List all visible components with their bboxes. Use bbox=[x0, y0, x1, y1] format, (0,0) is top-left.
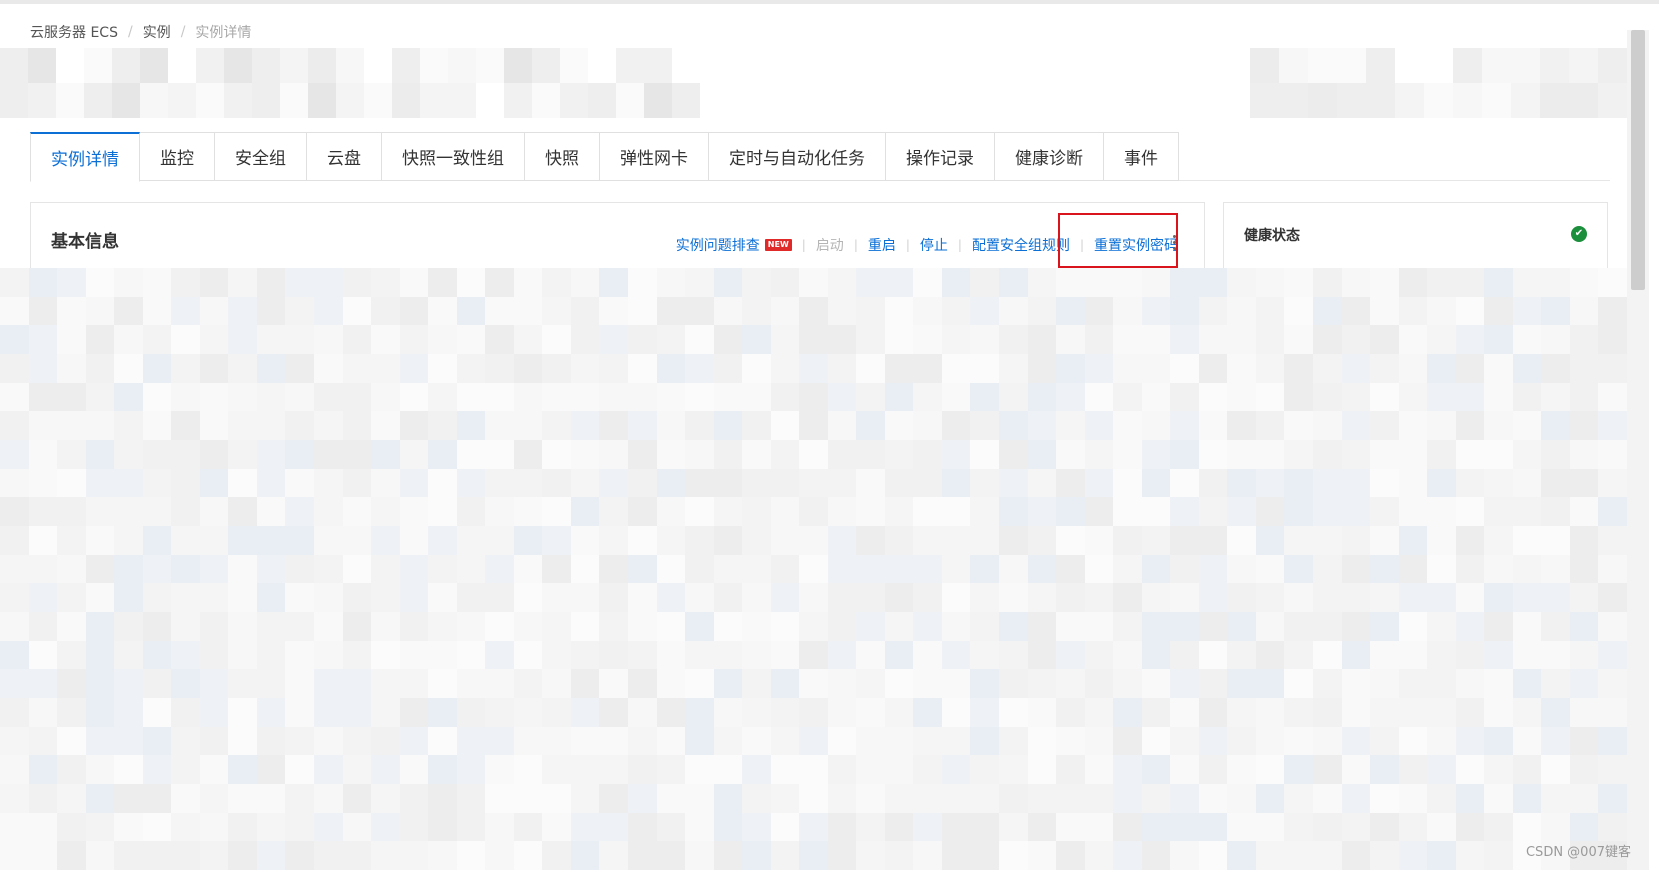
basic-info-panel: 基本信息 实例问题排查 NEW | 启动 | 重启 | 停止 | 配置安全组规则… bbox=[30, 202, 1205, 268]
start-button[interactable]: 启动 bbox=[816, 235, 844, 255]
more-actions-icon[interactable] bbox=[1173, 235, 1177, 250]
action-separator: | bbox=[905, 238, 910, 252]
health-status-card: 健康状态 ✔ bbox=[1223, 202, 1608, 268]
tab-instance-details[interactable]: 实例详情 bbox=[30, 132, 140, 182]
scrollbar-thumb[interactable] bbox=[1631, 30, 1645, 290]
basic-info-title: 基本信息 bbox=[51, 232, 119, 252]
tab-scheduled-tasks[interactable]: 定时与自动化任务 bbox=[709, 132, 886, 181]
tab-security-groups[interactable]: 安全组 bbox=[215, 132, 307, 181]
tab-elastic-nics[interactable]: 弹性网卡 bbox=[600, 132, 709, 181]
tab-snapshots[interactable]: 快照 bbox=[525, 132, 600, 181]
instance-tabs: 实例详情 监控 安全组 云盘 快照一致性组 快照 弹性网卡 定时与自动化任务 操… bbox=[30, 132, 1610, 182]
breadcrumb-ecs[interactable]: 云服务器 ECS bbox=[30, 22, 118, 42]
breadcrumb-current: 实例详情 bbox=[195, 25, 252, 41]
tab-operation-logs[interactable]: 操作记录 bbox=[886, 132, 995, 181]
watermark: CSDN @007键客 bbox=[1525, 845, 1631, 860]
action-separator: | bbox=[801, 238, 806, 252]
tab-monitoring[interactable]: 监控 bbox=[140, 132, 215, 181]
breadcrumb: 云服务器 ECS / 实例 / 实例详情 bbox=[30, 22, 251, 42]
tab-health-diagnosis[interactable]: 健康诊断 bbox=[995, 132, 1104, 181]
breadcrumb-instances[interactable]: 实例 bbox=[143, 22, 171, 42]
breadcrumb-separator: / bbox=[127, 24, 133, 40]
redacted-instance-title bbox=[0, 48, 700, 118]
top-border bbox=[0, 0, 1659, 4]
page-scrollbar[interactable] bbox=[1627, 30, 1649, 870]
redacted-instance-content bbox=[0, 268, 1627, 870]
troubleshoot-link[interactable]: 实例问题排查 bbox=[676, 235, 760, 255]
breadcrumb-separator: / bbox=[180, 24, 186, 40]
tab-cloud-disks[interactable]: 云盘 bbox=[307, 132, 382, 181]
health-status-title: 健康状态 bbox=[1244, 228, 1300, 244]
tab-snapshot-consistency-groups[interactable]: 快照一致性组 bbox=[382, 132, 525, 181]
reset-password-highlight-box bbox=[1058, 213, 1178, 268]
new-badge: NEW bbox=[764, 239, 792, 251]
restart-button[interactable]: 重启 bbox=[868, 235, 896, 255]
action-separator: | bbox=[957, 238, 962, 252]
action-separator: | bbox=[853, 238, 858, 252]
tab-events[interactable]: 事件 bbox=[1104, 132, 1179, 181]
configure-security-rules-link[interactable]: 配置安全组规则 bbox=[972, 235, 1070, 255]
stop-button[interactable]: 停止 bbox=[920, 235, 948, 255]
check-circle-icon: ✔ bbox=[1571, 226, 1587, 242]
redacted-header-right bbox=[1250, 48, 1627, 118]
